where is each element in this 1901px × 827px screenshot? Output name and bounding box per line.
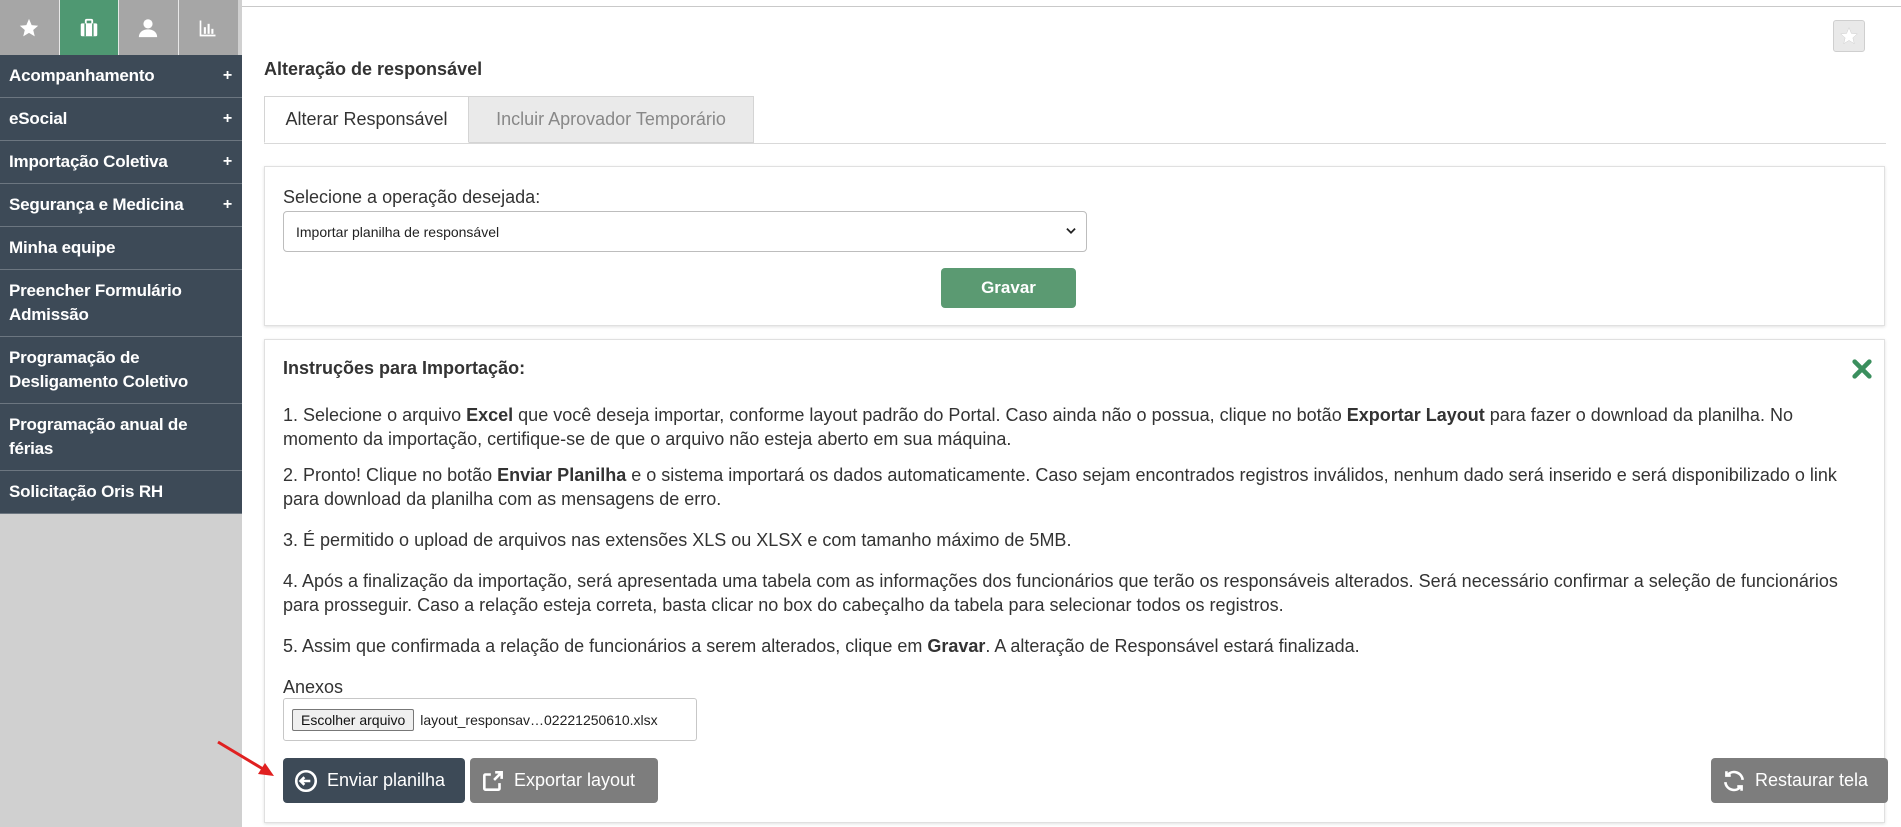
sidebar-item-label: Solicitação Oris RH [9, 482, 163, 501]
profile-tab[interactable] [119, 0, 179, 55]
operation-panel: Selecione a operação desejada: Importar … [264, 166, 1885, 326]
instruction-step-5: 5. Assim que confirmada a relação de fun… [283, 634, 1863, 658]
instruction-text: 1. Selecione o arquivo [283, 405, 467, 425]
instructions-panel: Instruções para Importação: 1. Selecione… [264, 339, 1888, 823]
sidebar-item-label: Segurança e Medicina [9, 195, 184, 214]
sidebar-item-acompanhamento[interactable]: Acompanhamento + [0, 55, 242, 98]
instruction-text: 2. Pronto! Clique no botão [283, 465, 498, 485]
sidebar-item-label: Preencher Formulário Admissão [9, 281, 182, 324]
operation-label: Selecione a operação desejada: [283, 187, 541, 207]
chevron-down-icon [1066, 228, 1076, 234]
reset-screen-label: Restaurar tela [1755, 770, 1869, 790]
file-name: layout_responsav…02221250610.xlsx [420, 711, 658, 728]
sidebar-item-minha-equipe[interactable]: Minha equipe [0, 227, 242, 270]
chart-icon [199, 20, 216, 36]
export-layout-label: Exportar layout [514, 770, 636, 790]
briefcase-icon [80, 18, 97, 36]
send-spreadsheet-label: Enviar planilha [327, 770, 446, 790]
star-icon [20, 18, 39, 36]
sidebar-item-seguranca-medicina[interactable]: Segurança e Medicina + [0, 184, 242, 227]
instructions-title: Instruções para Importação: [283, 358, 526, 378]
reports-tab[interactable] [178, 0, 238, 55]
expand-icon[interactable]: + [223, 110, 232, 128]
instruction-step-1: 1. Selecione o arquivo Excel que você de… [283, 403, 1863, 451]
instruction-text: 5. Assim que confirmada a relação de fun… [283, 636, 928, 656]
sidebar: Acompanhamento + eSocial + Importação Cole… [0, 0, 242, 827]
tab-incluir-aprovador[interactable]: Incluir Aprovador Temporário [469, 96, 754, 143]
instruction-bold: Gravar [927, 636, 986, 656]
send-spreadsheet-button[interactable]: Enviar planilha [283, 758, 465, 803]
instruction-bold: Excel [466, 405, 514, 425]
sidebar-item-label: Acompanhamento [9, 66, 155, 85]
expand-icon[interactable]: + [223, 196, 232, 214]
favorites-tab[interactable] [0, 0, 60, 55]
sidebar-item-label: Programação de Desligamento Coletivo [9, 348, 189, 391]
upload-icon [294, 769, 318, 792]
expand-icon[interactable]: + [223, 67, 232, 85]
reset-screen-button[interactable]: Restaurar tela [1711, 758, 1888, 803]
expand-icon[interactable]: + [223, 153, 232, 171]
instruction-bold: Enviar Planilha [497, 465, 627, 485]
sidebar-item-esocial[interactable]: eSocial + [0, 98, 242, 141]
favorite-button[interactable] [1833, 20, 1865, 52]
instruction-step-2: 2. Pronto! Clique no botão Enviar Planil… [283, 463, 1863, 511]
sidebar-top-icons [0, 0, 242, 55]
operation-selected-value: Importar planilha de responsável [296, 223, 500, 240]
operation-select[interactable]: Importar planilha de responsável [283, 211, 1087, 252]
sidebar-item-desligamento-coletivo[interactable]: Programação de Desligamento Coletivo [0, 337, 242, 404]
management-tab[interactable] [59, 0, 119, 55]
sidebar-item-ferias[interactable]: Programação anual de férias [0, 404, 242, 471]
tab-bar: Alterar Responsável Incluir Aprovador Te… [264, 96, 1886, 144]
attachments-label: Anexos [283, 677, 344, 697]
export-layout-button[interactable]: Exportar layout [470, 758, 658, 803]
sidebar-item-oris-rh[interactable]: Solicitação Oris RH [0, 471, 242, 514]
refresh-icon [1724, 770, 1744, 791]
sidebar-item-label: Programação anual de férias [9, 415, 188, 458]
instruction-bold: Exportar Layout [1346, 405, 1485, 425]
share-icon [483, 770, 503, 791]
user-icon [139, 18, 158, 37]
annotation-arrow-icon [217, 740, 274, 776]
sidebar-item-formulario-admissao[interactable]: Preencher Formulário Admissão [0, 270, 242, 337]
save-button[interactable]: Gravar [941, 268, 1076, 308]
main-content: Alteração de responsável Alterar Respons… [242, 0, 1901, 827]
file-input[interactable]: Escolher arquivo layout_responsav…022212… [283, 698, 697, 741]
instruction-step-4: 4. Após a finalização da importação, ser… [283, 571, 1838, 615]
sidebar-item-label: Minha equipe [9, 238, 116, 257]
sidebar-item-importacao-coletiva[interactable]: Importação Coletiva + [0, 141, 242, 184]
star-icon [1840, 27, 1858, 45]
instruction-text: que você deseja importar, conforme layou… [513, 405, 1347, 425]
instruction-text: . A alteração de Responsável estará fina… [985, 636, 1360, 656]
tab-alterar-responsavel[interactable]: Alterar Responsável [264, 96, 469, 143]
sidebar-item-label: eSocial [9, 109, 68, 128]
close-icon[interactable] [1851, 358, 1873, 380]
page-title: Alteração de responsável [264, 59, 483, 79]
choose-file-button[interactable]: Escolher arquivo [292, 708, 415, 731]
sidebar-menu: Acompanhamento + eSocial + Importação Cole… [0, 55, 242, 514]
sidebar-item-label: Importação Coletiva [9, 152, 168, 171]
instruction-step-3: 3. É permitido o upload de arquivos nas … [283, 530, 1072, 550]
